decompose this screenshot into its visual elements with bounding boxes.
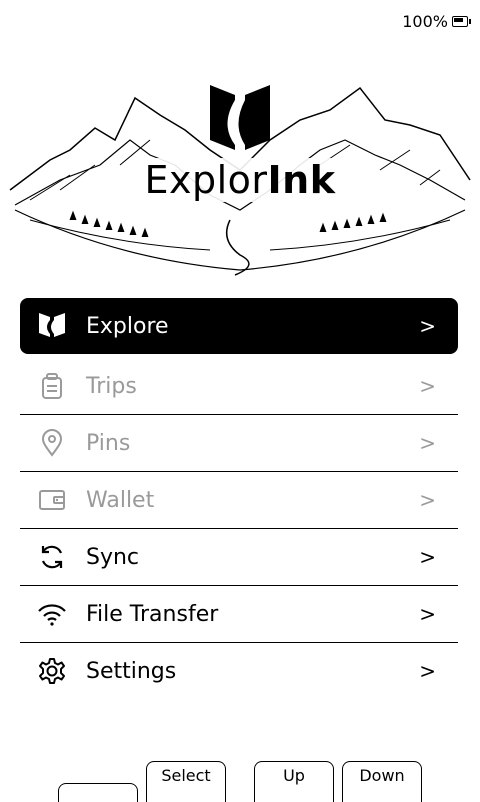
chevron-right-icon: > [419,659,436,683]
menu-item-label: Trips [86,373,137,399]
explorink-logo-icon [36,310,68,342]
chevron-right-icon: > [419,602,436,626]
backpack-icon [36,370,68,402]
menu-item-settings[interactable]: Settings > [20,643,458,699]
menu-item-label: File Transfer [86,601,219,627]
wallet-icon [36,484,68,516]
chevron-right-icon: > [419,374,436,398]
softkey-blank[interactable] [58,783,138,802]
battery-charging-icon [452,16,471,27]
chevron-right-icon: > [419,488,436,512]
menu-item-wallet[interactable]: Wallet > [20,472,458,529]
explorink-logo-icon [210,85,270,150]
status-bar: 100% [402,12,471,31]
brand-name-light: Explor [144,158,268,202]
chevron-right-icon: > [419,545,436,569]
hero-illustration: ExplorInk [0,70,480,285]
brand-wordmark: ExplorInk [138,158,342,202]
softkey-select[interactable]: Select [146,761,226,802]
menu-item-label: Settings [86,658,177,684]
menu-item-label: Explore [86,313,169,339]
chevron-right-icon: > [419,431,436,455]
softkey-up[interactable]: Up [254,761,334,802]
menu-item-label: Wallet [86,487,155,513]
chevron-right-icon: > [419,314,436,338]
menu-item-explore[interactable]: Explore > [20,298,458,354]
softkey-down[interactable]: Down [342,761,422,802]
brand-name-bold: Ink [267,158,336,202]
menu-item-pins[interactable]: Pins > [20,415,458,472]
wifi-icon [36,598,68,630]
battery-percent: 100% [402,12,448,31]
main-menu: Explore > Trips > Pins > Wallet > Sync > [20,298,458,699]
menu-item-label: Pins [86,430,131,456]
gear-icon [36,655,68,687]
menu-item-trips[interactable]: Trips > [20,358,458,415]
brand-wordmark-row: ExplorInk [0,158,480,202]
menu-item-file-transfer[interactable]: File Transfer > [20,586,458,643]
menu-item-sync[interactable]: Sync > [20,529,458,586]
location-pin-icon [36,427,68,459]
menu-item-label: Sync [86,544,140,570]
sync-icon [36,541,68,573]
